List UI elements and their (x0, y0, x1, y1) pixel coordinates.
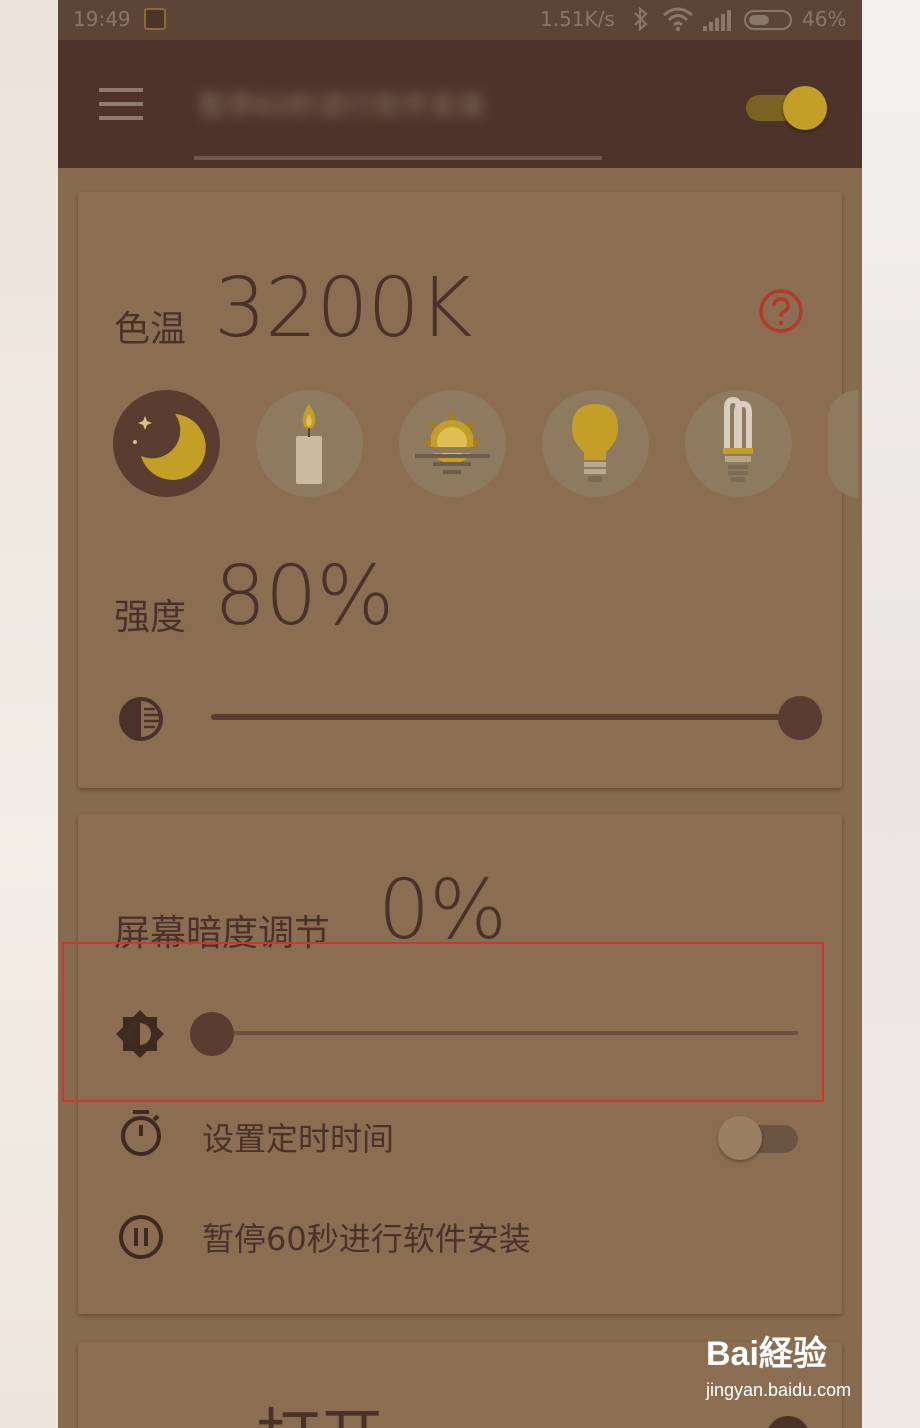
master-filter-toggle[interactable] (746, 86, 828, 130)
help-icon[interactable] (758, 288, 804, 334)
intensity-slider[interactable] (211, 692, 822, 744)
app-title: 暂停60秒进行软件安装 (198, 89, 486, 122)
preset-next[interactable] (828, 390, 858, 497)
wifi-icon (663, 7, 693, 32)
hamburger-menu-icon[interactable] (99, 88, 143, 122)
color-temp-label: 色温 (114, 309, 187, 350)
pause-icon[interactable] (118, 1214, 164, 1260)
signal-icon (703, 10, 731, 31)
pause-label[interactable]: 暂停60秒进行软件安装 (202, 1214, 531, 1260)
preset-bulb[interactable] (542, 390, 649, 497)
filter-settings-card: 色温 3200K 强度 80% (78, 192, 858, 788)
candle-icon (296, 404, 322, 484)
background-left (0, 0, 58, 1428)
preset-candle[interactable] (256, 390, 363, 497)
highlight-box (62, 942, 824, 1102)
open-label: 打开 (256, 1388, 384, 1428)
status-time: 19:49 (73, 7, 131, 31)
dim-value: 0% (378, 863, 507, 958)
preset-cfl[interactable] (685, 390, 792, 497)
title-underline (194, 156, 602, 160)
app-bar: 暂停60秒进行软件安装 (58, 40, 862, 168)
intensity-label: 强度 (114, 597, 187, 638)
notification-icon (144, 8, 166, 30)
network-speed: 1.51K/s (540, 7, 615, 31)
battery-percent: 46% (802, 7, 847, 31)
preset-moon[interactable] (113, 390, 220, 497)
timer-toggle[interactable] (718, 1116, 798, 1160)
color-temp-value: 3200K (214, 261, 472, 356)
timer-label: 设置定时时间 (202, 1120, 395, 1158)
battery-icon (744, 10, 792, 30)
watermark-url: jingyan.baidu.com (706, 1380, 852, 1400)
intensity-knob[interactable] (778, 696, 822, 740)
bluetooth-icon (634, 6, 648, 32)
phone-screen: 19:49 1.51K/s 46% 暂停60秒进行软件安装 色温 3200K 强… (58, 0, 862, 1428)
watermark-brand: Bai経验 (706, 1335, 827, 1373)
cfl-bulb-icon (723, 396, 753, 482)
intensity-value: 80% (214, 549, 394, 644)
toggle-thumb (783, 86, 827, 130)
stopwatch-icon (121, 1110, 161, 1156)
bulb-icon (572, 404, 618, 482)
status-bar: 19:49 1.51K/s 46% (58, 0, 862, 40)
moon-icon (133, 414, 206, 480)
intensity-track (211, 714, 822, 720)
preset-sunset[interactable] (399, 390, 506, 497)
activation-toggle-thumb[interactable] (766, 1416, 810, 1428)
sunset-icon (413, 410, 492, 474)
contrast-icon (119, 697, 163, 741)
background-right (862, 0, 920, 1428)
watermark: Bai経验 jingyan.baidu.com (706, 1326, 876, 1412)
timer-toggle-thumb (718, 1116, 762, 1160)
